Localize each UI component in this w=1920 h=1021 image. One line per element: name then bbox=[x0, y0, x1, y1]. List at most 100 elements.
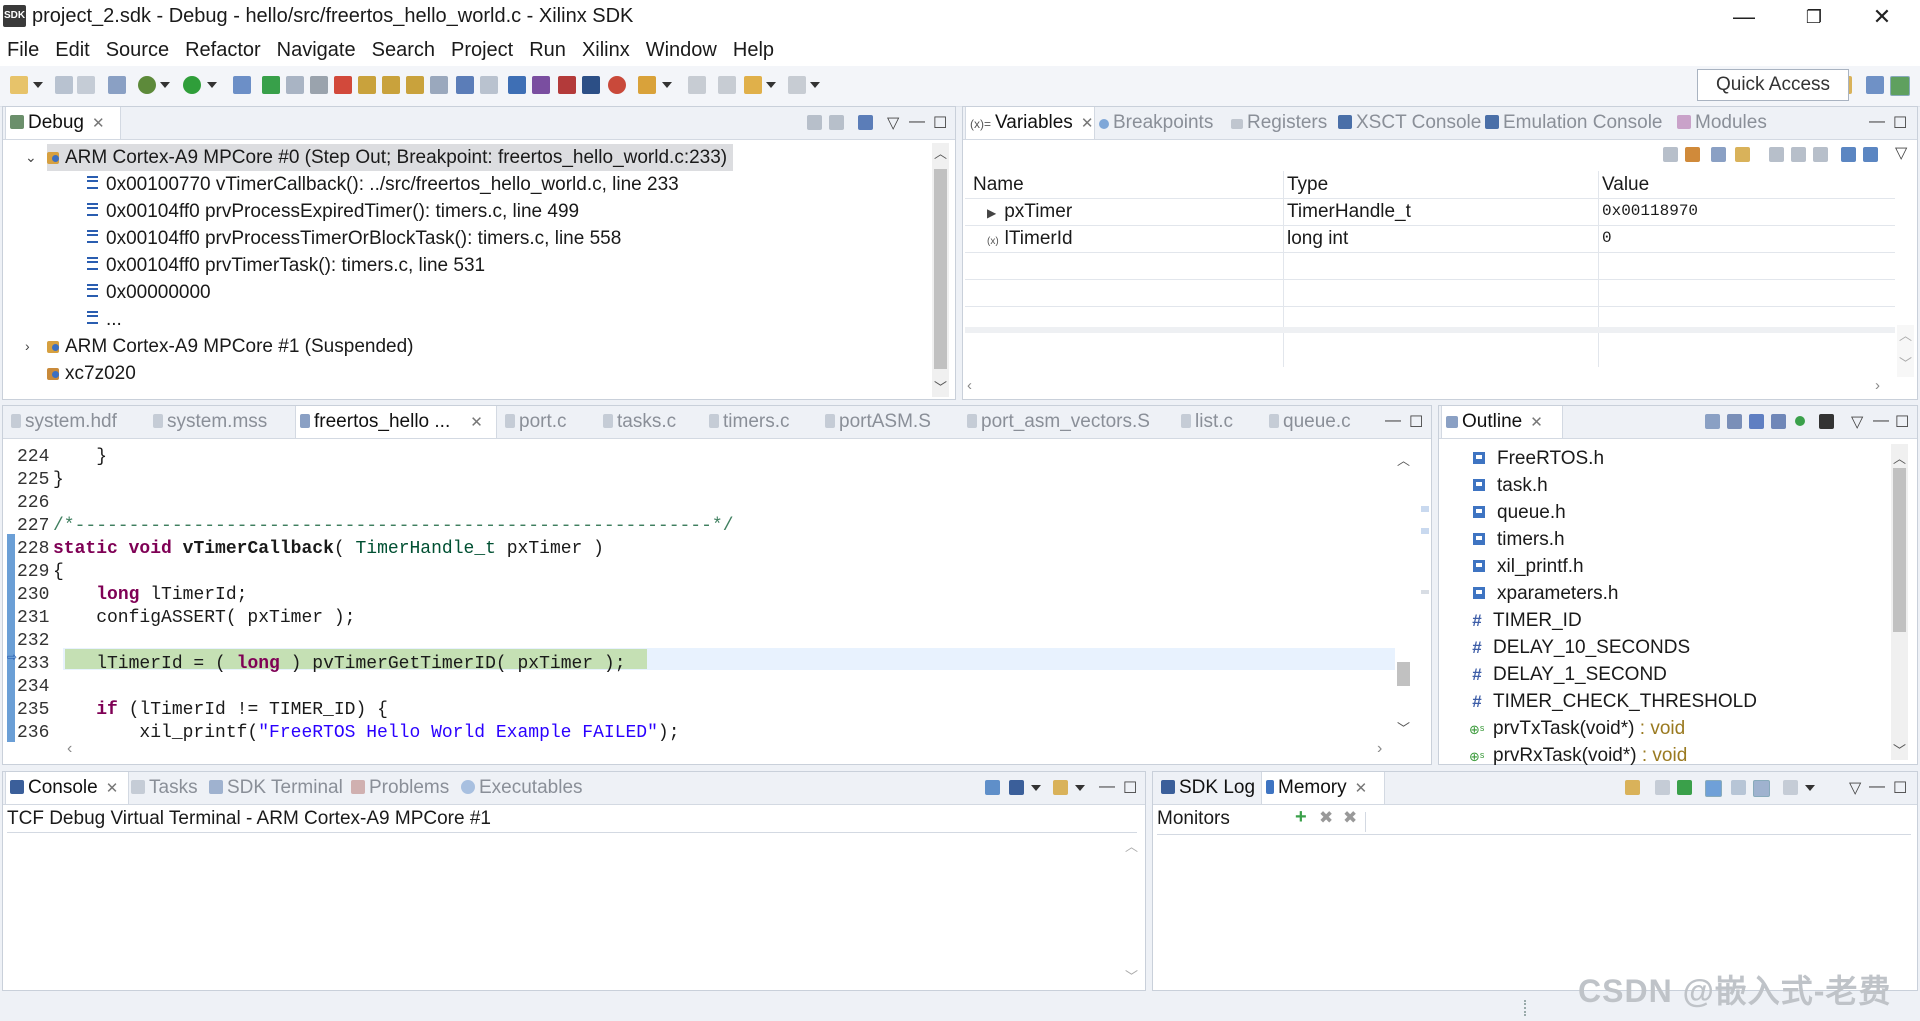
menu-xilinx[interactable]: Xilinx bbox=[575, 35, 639, 65]
detail-pane-sash[interactable] bbox=[965, 327, 1895, 333]
program-fpga-icon[interactable] bbox=[508, 76, 526, 94]
chevron-down-icon[interactable]: ⌄ bbox=[25, 144, 43, 171]
variables-hscrollbar[interactable]: ‹ › bbox=[967, 377, 1893, 395]
scroll-up-icon[interactable]: ︿ bbox=[1395, 450, 1412, 469]
step-mode-icon[interactable] bbox=[858, 115, 873, 130]
tab-queue-c[interactable]: queue.c bbox=[1265, 406, 1351, 438]
new-view-icon[interactable] bbox=[1783, 780, 1798, 795]
tab-port-c[interactable]: port.c bbox=[501, 406, 567, 438]
variables-scrollbar[interactable]: ︿ ﹀ bbox=[1897, 325, 1914, 377]
export-icon[interactable] bbox=[1677, 780, 1692, 795]
outline-define[interactable]: # DELAY_10_SECONDS bbox=[1469, 637, 1690, 659]
menu-refactor[interactable]: Refactor bbox=[178, 35, 270, 65]
outline-include[interactable]: FreeRTOS.h bbox=[1473, 448, 1604, 470]
menu-run[interactable]: Run bbox=[522, 35, 575, 65]
scroll-left-icon[interactable]: ‹ bbox=[67, 740, 72, 758]
scroll-down-icon[interactable]: ﹀ bbox=[1123, 966, 1140, 985]
variable-row-pxtimer[interactable]: ▶ pxTimer bbox=[987, 198, 1072, 225]
tab-port-asm-vectors-s[interactable]: port_asm_vectors.S bbox=[963, 406, 1150, 438]
debug-perspective-icon[interactable] bbox=[1890, 76, 1910, 96]
console-scrollbar[interactable]: ︿ ﹀ bbox=[1123, 834, 1140, 986]
scroll-up-icon[interactable]: ︿ bbox=[1891, 448, 1908, 467]
scroll-up-icon[interactable]: ︿ bbox=[1123, 836, 1140, 855]
code-area[interactable]: 224 } 225} 226 227/*--------------------… bbox=[3, 446, 1393, 746]
menu-edit[interactable]: Edit bbox=[48, 35, 98, 65]
outline-function[interactable]: ⊕ˢ prvRxTask(void*) : void bbox=[1469, 745, 1687, 767]
collapse-all-icon[interactable] bbox=[1711, 147, 1726, 162]
scroll-down-icon[interactable]: ﹀ bbox=[1891, 740, 1908, 759]
collapse-all-icon[interactable] bbox=[1705, 414, 1720, 429]
pin-console-icon[interactable] bbox=[985, 780, 1000, 795]
minimize-view-icon[interactable]: — bbox=[909, 113, 925, 131]
debug-icon[interactable] bbox=[138, 76, 156, 94]
stack-frame-row[interactable]: 0x00000000 bbox=[87, 279, 211, 306]
maximize-view-icon[interactable]: ☐ bbox=[1895, 412, 1909, 432]
terminate-icon[interactable] bbox=[310, 76, 328, 94]
save-all-icon[interactable] bbox=[77, 76, 95, 94]
monitors-list[interactable] bbox=[1155, 836, 1915, 986]
stack-frame-row[interactable]: 0x00104ff0 prvProcessExpiredTimer(): tim… bbox=[87, 198, 579, 225]
forward-dropdown-icon[interactable] bbox=[810, 82, 820, 88]
scroll-down-icon[interactable]: ﹀ bbox=[932, 377, 949, 396]
add-expression-icon[interactable] bbox=[1735, 147, 1750, 162]
open-console-icon[interactable] bbox=[1053, 780, 1068, 795]
outline-include[interactable]: timers.h bbox=[1473, 529, 1565, 551]
open-console-dropdown-icon[interactable] bbox=[1075, 785, 1085, 791]
outline-include[interactable]: queue.h bbox=[1473, 502, 1566, 524]
view-menu-icon[interactable]: ▽ bbox=[887, 113, 899, 133]
view-menu-icon[interactable]: ▽ bbox=[1851, 412, 1863, 432]
restore-button[interactable]: ❐ bbox=[1784, 0, 1844, 34]
scroll-right-icon[interactable]: › bbox=[1875, 377, 1880, 394]
chevron-right-icon[interactable]: › bbox=[25, 333, 43, 360]
remove-terminated-icon[interactable] bbox=[807, 115, 822, 130]
scroll-thumb[interactable] bbox=[1893, 468, 1906, 632]
add-monitor-icon[interactable]: + bbox=[1295, 806, 1307, 829]
pin-view-icon[interactable] bbox=[1863, 147, 1878, 162]
outline-define[interactable]: # TIMER_CHECK_THRESHOLD bbox=[1469, 691, 1757, 713]
save-icon[interactable] bbox=[55, 76, 73, 94]
outline-include[interactable]: task.h bbox=[1473, 475, 1548, 497]
variable-row-ltimerid[interactable]: (x) lTimerId bbox=[987, 225, 1073, 252]
tab-memory[interactable]: Memory ✕ bbox=[1261, 772, 1385, 804]
target-row[interactable]: xc7z020 bbox=[47, 360, 136, 387]
tab-executables[interactable]: Executables bbox=[457, 772, 583, 804]
close-tab-icon[interactable]: ✕ bbox=[1081, 115, 1094, 132]
column-header-name[interactable]: Name bbox=[973, 171, 1024, 198]
hide-macros-icon[interactable] bbox=[1819, 414, 1834, 429]
tab-modules[interactable]: Modules bbox=[1673, 107, 1767, 139]
outline-include[interactable]: xil_printf.h bbox=[1473, 556, 1584, 578]
new-rendering-icon[interactable] bbox=[1655, 780, 1670, 795]
toggle-split-icon[interactable] bbox=[1705, 780, 1722, 797]
open-new-view-icon[interactable] bbox=[1841, 147, 1856, 162]
close-tab-icon[interactable]: ✕ bbox=[106, 780, 119, 797]
close-tab-icon[interactable]: ✕ bbox=[1530, 414, 1543, 431]
menu-help[interactable]: Help bbox=[726, 35, 783, 65]
tab-variables[interactable]: (x)= Variables ✕ bbox=[965, 107, 1095, 139]
close-tab-icon[interactable]: ✕ bbox=[92, 115, 105, 132]
debug-scrollbar[interactable]: ︿ ﹀ bbox=[932, 143, 949, 397]
maximize-view-icon[interactable]: ☐ bbox=[1893, 113, 1907, 133]
tab-portasm-s[interactable]: portASM.S bbox=[821, 406, 931, 438]
skip-breakpoints-icon[interactable] bbox=[233, 76, 251, 94]
scroll-down-icon[interactable]: ﹀ bbox=[1897, 353, 1914, 372]
scroll-left-icon[interactable]: ‹ bbox=[967, 377, 972, 394]
back-icon[interactable] bbox=[744, 76, 762, 94]
tab-problems[interactable]: Problems bbox=[347, 772, 449, 804]
cc-perspective-icon[interactable] bbox=[1866, 76, 1884, 94]
tab-sdk-terminal[interactable]: SDK Terminal bbox=[205, 772, 343, 804]
step-over-icon[interactable] bbox=[382, 76, 400, 94]
toggle-monitors-icon[interactable] bbox=[1731, 780, 1746, 795]
scroll-down-icon[interactable]: ﹀ bbox=[1395, 718, 1412, 737]
stack-frame-row[interactable]: 0x00104ff0 prvProcessTimerOrBlockTask():… bbox=[87, 225, 621, 252]
external-tools-icon[interactable] bbox=[638, 76, 656, 94]
build-icon[interactable] bbox=[108, 76, 126, 94]
sort-icon[interactable] bbox=[1727, 414, 1742, 429]
variable-value[interactable]: 0 bbox=[1602, 225, 1612, 252]
outline-define[interactable]: # DELAY_1_SECOND bbox=[1469, 664, 1667, 686]
tab-xsct-console[interactable]: XSCT Console bbox=[1334, 107, 1481, 139]
quick-access-input[interactable]: Quick Access bbox=[1697, 69, 1849, 101]
expand-arrow-icon[interactable]: ▶ bbox=[987, 206, 996, 220]
stack-frame-row[interactable]: ... bbox=[87, 306, 122, 333]
column-header-type[interactable]: Type bbox=[1287, 171, 1328, 198]
tab-list-c[interactable]: list.c bbox=[1177, 406, 1233, 438]
